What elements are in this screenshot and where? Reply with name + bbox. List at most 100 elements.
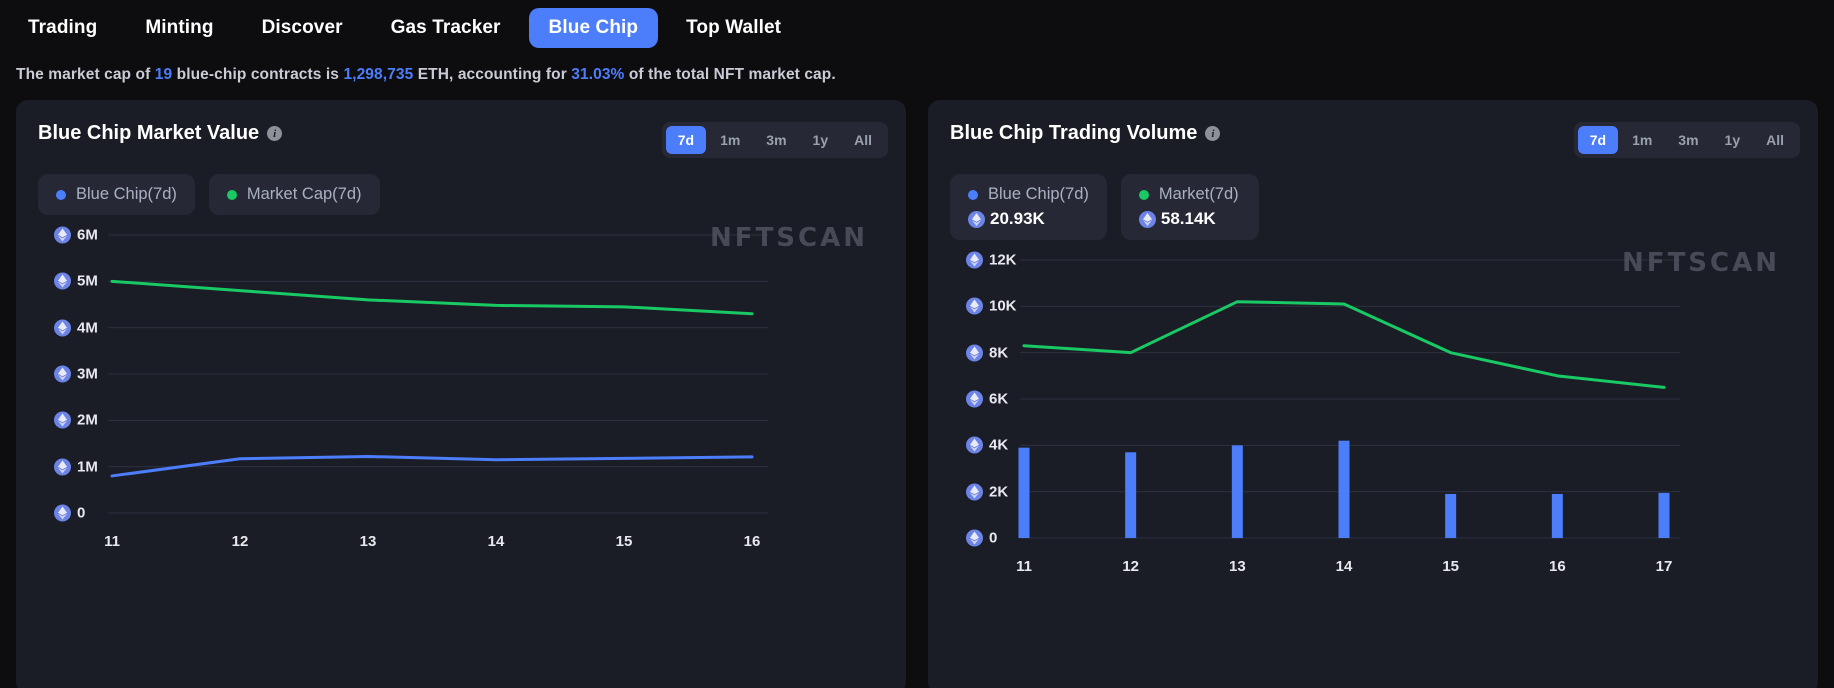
y-tick-label: 6K — [989, 390, 1009, 408]
y-tick-label: 0 — [989, 529, 998, 547]
range-selector: 7d 1m 3m 1y All — [661, 122, 888, 158]
y-tick-label: 5M — [77, 272, 98, 290]
x-axis-tick: 13 — [359, 533, 377, 550]
nav-label: Trading — [28, 17, 98, 38]
y-tick-label: 4M — [77, 319, 98, 337]
x-axis-tick: 16 — [1548, 558, 1566, 575]
x-axis-tick: 14 — [1335, 558, 1353, 575]
total-market-cap-eth: 1,298,735 — [343, 66, 414, 83]
legend-color-dot-green — [1138, 189, 1149, 200]
y-tick-label: 0 — [77, 504, 86, 522]
eth-icon — [966, 436, 983, 454]
legend-color-dot-green — [226, 189, 237, 200]
eth-icon — [54, 504, 71, 522]
range-label: 1y — [1724, 132, 1741, 148]
eth-icon — [968, 210, 985, 228]
range-button-3m[interactable]: 3m — [1666, 126, 1710, 154]
nav-label: Gas Tracker — [390, 17, 501, 38]
eth-icon — [966, 344, 983, 362]
legend-label: Blue Chip(7d) — [76, 185, 177, 203]
line-chart-svg — [108, 234, 768, 514]
nav-item-gas-tracker[interactable]: Gas Tracker — [371, 8, 521, 48]
y-tick-label: 12K — [989, 251, 1017, 269]
range-label: 7d — [1589, 132, 1607, 148]
eth-icon — [54, 411, 71, 429]
blue-chip-market-value-card: Blue Chip Market Value i 7d 1m 3m 1y All… — [16, 100, 906, 688]
blue-chip-trading-volume-card: Blue Chip Trading Volume i 7d 1m 3m 1y A… — [928, 100, 1818, 688]
legend-chip-blue-chip[interactable]: Blue Chip(7d) — [38, 174, 195, 215]
y-axis-tick: 0 — [966, 529, 998, 547]
y-axis-tick: 10K — [966, 297, 1017, 315]
charts-row: Blue Chip Market Value i 7d 1m 3m 1y All… — [0, 84, 1834, 688]
market-cap-summary: The market cap of 19 blue-chip contracts… — [0, 56, 1834, 84]
legend-chip-market[interactable]: Market(7d) 58.14K — [1120, 174, 1259, 240]
eth-icon — [966, 483, 983, 501]
y-axis-tick: 8K — [966, 344, 1009, 362]
nav-item-top-wallet[interactable]: Top Wallet — [666, 8, 801, 48]
nftscan-watermark: NFTSCAN — [1622, 248, 1780, 278]
range-button-7d[interactable]: 7d — [665, 126, 707, 154]
y-axis-tick: 6K — [966, 390, 1009, 408]
range-button-all[interactable]: All — [1754, 126, 1796, 154]
card-header: Blue Chip Market Value i 7d 1m 3m 1y All — [16, 100, 906, 158]
y-tick-label: 6M — [77, 226, 98, 244]
legend-value: 20.93K — [990, 209, 1045, 228]
bar-line-chart-svg — [1018, 259, 1680, 539]
y-tick-label: 8K — [989, 344, 1009, 362]
y-tick-label: 3M — [77, 365, 98, 383]
y-axis-tick: 2M — [54, 411, 98, 429]
range-button-7d[interactable]: 7d — [1577, 126, 1619, 154]
y-axis-tick: 4M — [54, 319, 98, 337]
nav-item-discover[interactable]: Discover — [242, 8, 363, 48]
summary-text-2: blue-chip contracts is — [172, 66, 344, 83]
nav-item-minting[interactable]: Minting — [125, 8, 233, 48]
eth-icon — [966, 529, 983, 547]
nav-item-trading[interactable]: Trading — [8, 8, 117, 48]
y-axis-tick: 0 — [54, 504, 86, 522]
range-label: 1y — [812, 132, 829, 148]
info-icon[interactable]: i — [267, 126, 283, 141]
y-tick-label: 10K — [989, 297, 1017, 315]
range-label: All — [1766, 132, 1784, 148]
blue-chip-dashboard: Trading Minting Discover Gas Tracker Blu… — [0, 0, 1834, 688]
info-icon[interactable]: i — [1205, 126, 1221, 141]
range-label: 1m — [1632, 132, 1653, 148]
y-tick-label: 1M — [77, 458, 98, 476]
range-button-all[interactable]: All — [842, 126, 884, 154]
y-axis-tick: 12K — [966, 251, 1017, 269]
nav-label: Discover — [261, 17, 343, 38]
legend-group: Blue Chip(7d) Market Cap(7d) — [16, 158, 906, 215]
legend-color-dot-blue — [56, 189, 66, 200]
legend-group: Blue Chip(7d) 20.93K Market(7d) 58.14K — [928, 158, 1818, 240]
eth-icon — [54, 458, 71, 476]
legend-chip-blue-chip[interactable]: Blue Chip(7d) 20.93K — [950, 174, 1107, 240]
range-button-1y[interactable]: 1y — [801, 126, 841, 154]
range-button-3m[interactable]: 3m — [754, 126, 798, 154]
range-label: 1m — [720, 132, 741, 148]
x-axis-tick: 13 — [1228, 558, 1246, 575]
eth-icon — [54, 365, 71, 383]
range-button-1m[interactable]: 1m — [708, 126, 752, 154]
legend-label: Market(7d) — [1158, 185, 1239, 203]
nav-item-blue-chip[interactable]: Blue Chip — [528, 8, 659, 48]
x-axis-tick: 15 — [615, 533, 633, 550]
nav-label: Blue Chip — [548, 17, 639, 38]
legend-label: Market Cap(7d) — [246, 185, 362, 203]
eth-icon — [54, 272, 71, 290]
x-axis-tick: 12 — [231, 533, 249, 550]
eth-icon — [54, 319, 71, 337]
range-selector: 7d 1m 3m 1y All — [1573, 122, 1800, 158]
eth-icon — [966, 297, 983, 315]
y-axis-tick: 4K — [966, 436, 1008, 454]
x-axis-tick: 15 — [1442, 558, 1459, 575]
y-tick-label: 2M — [77, 411, 98, 429]
summary-text-3: ETH, accounting for — [413, 66, 572, 83]
y-tick-label: 2K — [989, 483, 1009, 501]
eth-icon — [1138, 210, 1156, 228]
legend-label: Blue Chip(7d) — [988, 185, 1089, 203]
x-axis-tick: 11 — [104, 533, 120, 550]
legend-chip-market-cap[interactable]: Market Cap(7d) — [208, 174, 380, 215]
range-button-1m[interactable]: 1m — [1620, 126, 1664, 154]
range-button-1y[interactable]: 1y — [1713, 126, 1753, 154]
y-axis-tick: 1M — [54, 458, 98, 476]
